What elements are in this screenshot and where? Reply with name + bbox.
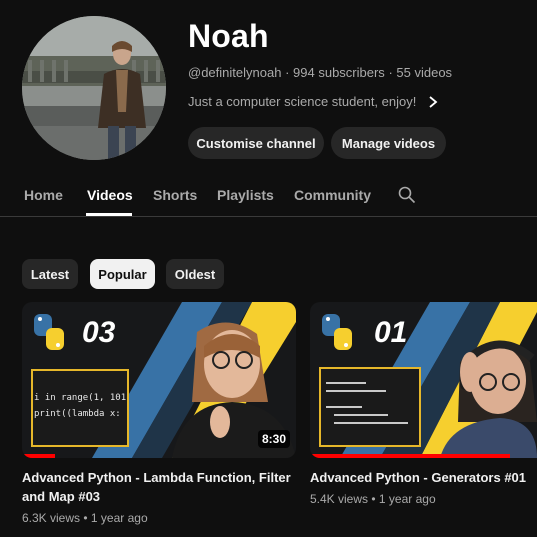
- meta-separator: •: [83, 511, 91, 525]
- channel-description-row[interactable]: Just a computer science student, enjoy!: [188, 94, 438, 109]
- filter-oldest[interactable]: Oldest: [166, 259, 224, 289]
- search-icon[interactable]: [398, 186, 416, 204]
- view-count: 6.3K views: [22, 511, 81, 525]
- video-count: 55 videos: [396, 65, 453, 80]
- video-thumbnail[interactable]: 03 i in range(1, 101 print((lambda x: 8:…: [22, 302, 296, 458]
- thumbnail-number: 01: [374, 316, 408, 349]
- tab-home[interactable]: Home: [24, 187, 63, 203]
- manage-videos-button[interactable]: Manage videos: [331, 127, 446, 159]
- filter-popular[interactable]: Popular: [90, 259, 155, 289]
- tab-videos[interactable]: Videos: [87, 187, 133, 203]
- watch-progress-bar: [310, 454, 510, 458]
- subscriber-count: 994 subscribers: [293, 65, 385, 80]
- tab-community[interactable]: Community: [294, 187, 371, 203]
- upload-age: 1 year ago: [378, 492, 436, 506]
- meta-separator: •: [371, 492, 379, 506]
- video-title[interactable]: Advanced Python - Generators #01: [310, 468, 537, 487]
- channel-avatar[interactable]: [22, 16, 166, 160]
- video-meta: 5.4K views • 1 year ago: [310, 492, 436, 506]
- chevron-right-icon: [429, 95, 438, 108]
- video-meta: 6.3K views • 1 year ago: [22, 511, 148, 525]
- view-count: 5.4K views: [310, 492, 369, 506]
- video-title-line: Advanced Python - Lambda Function, Filte…: [22, 470, 291, 485]
- tab-playlists[interactable]: Playlists: [217, 187, 274, 203]
- video-duration: 8:30: [257, 430, 290, 448]
- video-thumbnail[interactable]: 01: [310, 302, 537, 458]
- channel-name: Noah: [188, 18, 269, 54]
- video-title-line: and Map #03: [22, 489, 101, 504]
- thumbnail-code: i in range(1, 101 print((lambda x:: [34, 390, 128, 422]
- tab-shorts[interactable]: Shorts: [153, 187, 197, 203]
- active-tab-indicator: [86, 213, 132, 216]
- customise-channel-button[interactable]: Customise channel: [188, 127, 324, 159]
- code-line: i in range(1, 101: [34, 393, 127, 403]
- meta-separator: ·: [285, 65, 290, 80]
- channel-description: Just a computer science student, enjoy!: [188, 94, 417, 109]
- code-line: print((lambda x:: [34, 409, 121, 419]
- channel-handle: @definitelynoah: [188, 65, 282, 80]
- upload-age: 1 year ago: [90, 511, 148, 525]
- video-title[interactable]: Advanced Python - Lambda Function, Filte…: [22, 468, 292, 506]
- meta-separator: ·: [388, 65, 393, 80]
- channel-meta: @definitelynoah · 994 subscribers · 55 v…: [188, 65, 452, 80]
- channel-tabs: Home Videos Shorts Playlists Community: [0, 180, 537, 217]
- watch-progress-bar: [22, 454, 55, 458]
- thumbnail-number: 03: [82, 316, 116, 349]
- filter-latest[interactable]: Latest: [22, 259, 78, 289]
